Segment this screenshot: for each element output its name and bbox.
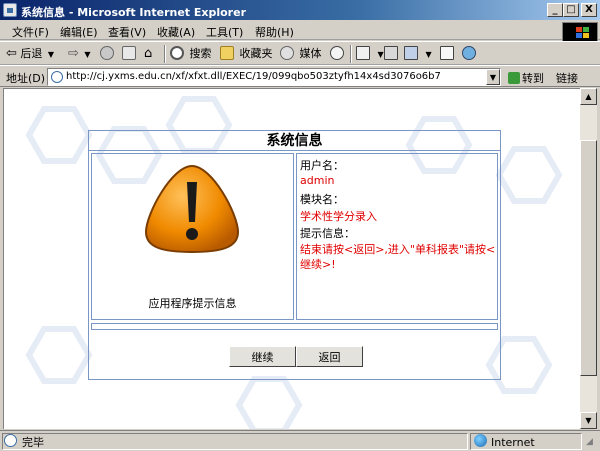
- status-panel: [2, 433, 468, 450]
- search-button[interactable]: 搜索: [170, 46, 212, 62]
- system-message-box: 系统信息 应用程序提示信息 用户名： admin 模块名： 学术性学分录入 提示…: [88, 130, 501, 380]
- page-done-icon: [4, 434, 17, 447]
- forward-button[interactable]: ⇨ ▼: [68, 46, 91, 62]
- menu-edit[interactable]: 编辑(E): [60, 24, 98, 40]
- button-row: 继续 返回: [91, 335, 498, 377]
- favorites-button[interactable]: 收藏夹: [220, 46, 273, 62]
- address-url: http://cj.yxms.edu.cn/xf/xfxt.dll/EXEC/1…: [66, 71, 441, 82]
- vertical-scrollbar[interactable]: ▲ ▼: [580, 88, 597, 429]
- module-value: 学术性学分录入: [300, 210, 377, 223]
- title-bar: 系统信息 - Microsoft Internet Explorer _ □ X: [0, 0, 600, 20]
- status-bar: 完毕 Internet ◢: [0, 430, 600, 451]
- scroll-down-button[interactable]: ▼: [580, 412, 597, 429]
- icon-caption: 应用程序提示信息: [148, 297, 237, 310]
- favorites-folder-icon: [220, 46, 234, 60]
- back-button[interactable]: 返回: [296, 346, 363, 367]
- search-button-label: 搜索: [189, 47, 212, 60]
- go-arrow-icon: [508, 72, 520, 84]
- menu-file[interactable]: 文件(F): [12, 24, 49, 40]
- address-bar: 地址(D) http://cj.yxms.edu.cn/xf/xfxt.dll/…: [0, 65, 600, 87]
- menu-help[interactable]: 帮助(H): [255, 24, 294, 40]
- exclamation-warning-icon: [144, 164, 240, 254]
- favorites-button-label: 收藏夹: [239, 47, 273, 60]
- module-label: 模块名：: [300, 193, 344, 206]
- hint-label: 提示信息：: [300, 227, 355, 240]
- maximize-button[interactable]: □: [563, 3, 579, 17]
- minimize-button[interactable]: _: [547, 3, 563, 17]
- menu-tools[interactable]: 工具(T): [206, 24, 243, 40]
- history-button[interactable]: [330, 46, 346, 62]
- resize-grip-icon[interactable]: ◢: [586, 437, 593, 447]
- print-icon: [384, 46, 398, 60]
- edit-icon: [404, 46, 418, 60]
- status-text: 完毕: [22, 436, 44, 449]
- refresh-icon: [122, 46, 136, 60]
- discuss-button[interactable]: [440, 46, 456, 62]
- back-arrow-icon: ⇦: [6, 46, 17, 61]
- chevron-down-icon: ▼: [377, 50, 384, 59]
- dialog-title: 系统信息: [89, 131, 500, 151]
- username-label: 用户名：: [300, 159, 344, 172]
- page-icon: [51, 71, 63, 83]
- edit-button[interactable]: ▼: [404, 46, 432, 62]
- dialog-divider: [91, 323, 498, 330]
- messenger-button[interactable]: [462, 46, 478, 62]
- username-value: admin: [300, 174, 335, 187]
- address-dropdown-button[interactable]: ▼: [486, 69, 500, 85]
- back-button-label: 后退: [20, 47, 43, 60]
- back-button[interactable]: ⇦ 后退 ▼: [6, 46, 54, 62]
- icon-panel: 应用程序提示信息: [91, 153, 294, 320]
- forward-arrow-icon: ⇨: [68, 46, 79, 61]
- menu-bar: 文件(F) 编辑(E) 查看(V) 收藏(A) 工具(T) 帮助(H): [0, 20, 600, 40]
- stop-button[interactable]: [100, 46, 116, 62]
- chevron-down-icon: ▼: [47, 50, 55, 59]
- hint-value: 结束请按<返回>,进入"单科报表"请按<继续>!: [300, 243, 496, 271]
- print-button[interactable]: [384, 46, 400, 62]
- media-button[interactable]: 媒体: [280, 46, 322, 62]
- go-button[interactable]: 转到: [508, 70, 544, 86]
- address-input[interactable]: http://cj.yxms.edu.cn/xf/xfxt.dll/EXEC/1…: [47, 68, 501, 86]
- search-icon: [170, 46, 184, 60]
- go-button-label: 转到: [522, 72, 544, 85]
- internet-globe-icon: [474, 434, 487, 447]
- address-label: 地址(D): [6, 72, 46, 85]
- chevron-down-icon: ▼: [84, 50, 91, 59]
- home-button[interactable]: ⌂: [144, 46, 152, 62]
- chevron-down-icon: ▼: [425, 50, 432, 59]
- menu-view[interactable]: 查看(V): [108, 24, 146, 40]
- close-button[interactable]: X: [581, 3, 597, 17]
- scroll-up-button[interactable]: ▲: [580, 88, 597, 105]
- window-title: 系统信息 - Microsoft Internet Explorer: [21, 6, 246, 19]
- home-icon: ⌂: [144, 46, 153, 61]
- mail-icon: [356, 46, 370, 60]
- media-button-label: 媒体: [299, 47, 322, 60]
- discuss-icon: [440, 46, 454, 60]
- ie-page-icon: [3, 3, 17, 17]
- refresh-button[interactable]: [122, 46, 138, 62]
- menu-favorites[interactable]: 收藏(A): [157, 24, 195, 40]
- history-icon: [330, 46, 344, 60]
- zone-text: Internet: [491, 436, 535, 449]
- scroll-thumb[interactable]: [580, 140, 597, 376]
- toolbar-separator: [350, 45, 352, 63]
- windows-logo-icon: [562, 22, 598, 42]
- info-panel: 用户名： admin 模块名： 学术性学分录入 提示信息： 结束请按<返回>,进…: [296, 153, 498, 320]
- stop-icon: [100, 46, 114, 60]
- toolbar-separator: [164, 45, 166, 63]
- continue-button[interactable]: 继续: [229, 346, 296, 367]
- media-icon: [280, 46, 294, 60]
- messenger-icon: [462, 46, 476, 60]
- links-button[interactable]: 链接: [556, 70, 578, 86]
- page-content: 系统信息 应用程序提示信息 用户名： admin 模块名： 学术性学分录入 提示…: [3, 88, 580, 429]
- standard-toolbar: ⇦ 后退 ▼ ⇨ ▼ ⌂ 搜索 收藏夹 媒体 ▼ ▼: [0, 41, 600, 65]
- mail-button[interactable]: ▼: [356, 46, 384, 62]
